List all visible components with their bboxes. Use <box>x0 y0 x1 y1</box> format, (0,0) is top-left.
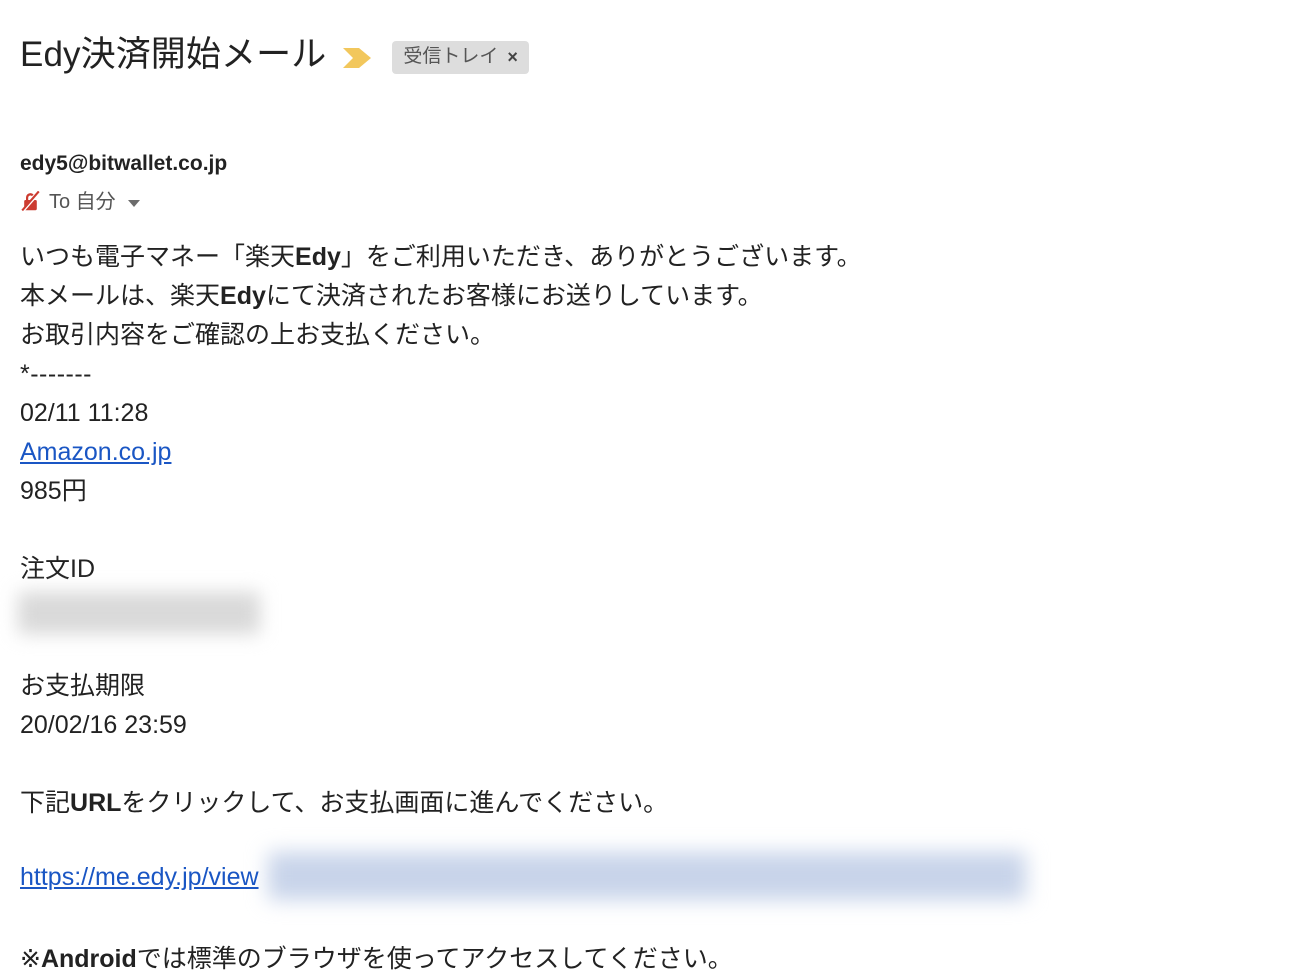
subject-header: Edy決済開始メール 受信トレイ × <box>20 28 529 82</box>
merchant-link[interactable]: Amazon.co.jp <box>20 438 171 466</box>
body-text-emphasis: Edy <box>295 243 341 271</box>
body-text-fragment: をクリックして、お支払画面に進んでください。 <box>121 789 669 817</box>
recipient-row[interactable]: To 自分 <box>20 189 140 215</box>
yellow-chevron-importance-icon[interactable] <box>342 46 372 70</box>
body-line-greeting: いつも電子マネー「楽天Edy」をご利用いただき、ありがとうございます。 <box>20 238 1280 277</box>
payment-url-redaction <box>268 852 1026 900</box>
payment-url-link[interactable]: https://me.edy.jp/view <box>20 863 259 891</box>
payment-due-value: 20/02/16 23:59 <box>20 711 187 739</box>
transaction-amount: 985円 <box>20 477 87 505</box>
body-line-android-note: ※Androidでは標準のブラウザを使ってアクセスしてください。 <box>20 940 1280 979</box>
close-icon[interactable]: × <box>507 48 518 66</box>
body-separator: *------- <box>20 360 93 388</box>
body-text-fragment: ※ <box>20 945 41 973</box>
body-text-emphasis: URL <box>70 789 122 817</box>
email-message-view: Edy決済開始メール 受信トレイ × edy5@bitwallet.co.jp … <box>0 0 1300 973</box>
body-text-fragment: 本メールは、楽天 <box>20 282 221 310</box>
order-id-redaction <box>18 592 260 634</box>
chevron-down-icon[interactable] <box>127 200 140 207</box>
body-text-fragment: にて決済されたお客様にお送りしています。 <box>265 282 763 310</box>
body-text-emphasis: Edy <box>220 282 266 310</box>
body-text-emphasis: Android <box>40 945 137 973</box>
body-line-confirm: お取引内容をご確認の上お支払ください。 <box>20 321 496 349</box>
body-line-notice: 本メールは、楽天Edyにて決済されたお客様にお送りしています。 <box>20 277 1280 316</box>
recipient-label: To 自分 <box>49 191 116 213</box>
payment-due-label: お支払期限 <box>20 672 146 700</box>
payment-url-row: https://me.edy.jp/view <box>20 858 259 897</box>
transaction-datetime: 02/11 11:28 <box>20 399 149 427</box>
body-text-fragment: いつも電子マネー「楽天 <box>20 243 296 271</box>
merchant-row: Amazon.co.jp <box>20 433 1280 472</box>
body-text-fragment: 」をご利用いただき、ありがとうございます。 <box>340 243 862 271</box>
page-title: Edy決済開始メール <box>20 35 327 74</box>
body-line-instruction: 下記URLをクリックして、お支払画面に進んでください。 <box>20 784 1280 823</box>
order-id-label: 注文ID <box>20 555 96 583</box>
body-text-fragment: 下記 <box>20 789 71 817</box>
no-encryption-icon[interactable] <box>20 190 41 213</box>
label-chip-label: 受信トレイ <box>403 45 499 67</box>
label-chip-inbox[interactable]: 受信トレイ × <box>392 40 529 74</box>
sender-email-address[interactable]: edy5@bitwallet.co.jp <box>20 150 227 178</box>
body-text-fragment: では標準のブラウザを使ってアクセスしてください。 <box>136 945 733 973</box>
